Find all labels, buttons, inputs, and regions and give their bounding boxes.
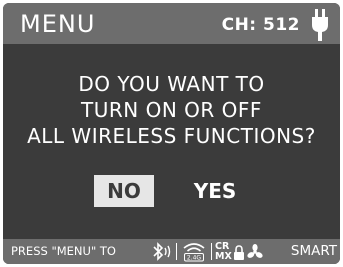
wifi-2.4g-icon: 2.4G [183, 243, 205, 262]
smart-label: SMART [290, 243, 337, 259]
plug-icon [312, 9, 328, 41]
lock-icon [234, 245, 244, 260]
status-separator [176, 243, 177, 260]
status-bar: PRESS "MENU" TO 2.4G CR MX SMART [3, 239, 340, 264]
bluetooth-icon [153, 242, 171, 261]
status-separator [211, 243, 212, 260]
yes-button[interactable]: YES [185, 175, 245, 207]
wifi-band-label: 2.4G [187, 255, 202, 262]
confirm-dialog: DO YOU WANT TO TURN ON OR OFF ALL WIRELE… [3, 71, 340, 149]
crmx-icon: CR MX [215, 242, 233, 262]
crmx-label-bottom: MX [215, 251, 232, 262]
header-bar: MENU CH: 512 [3, 3, 340, 44]
dialog-line-2: TURN ON OR OFF [81, 98, 262, 122]
device-screen: MENU CH: 512 DO YOU WANT TO TURN ON OR O… [3, 3, 340, 264]
dialog-line-1: DO YOU WANT TO [78, 72, 265, 96]
menu-hint: PRESS "MENU" TO [11, 244, 116, 258]
no-button[interactable]: NO [94, 175, 154, 207]
channel-indicator: CH: 512 [221, 15, 300, 35]
dialog-line-3: ALL WIRELESS FUNCTIONS? [27, 124, 316, 148]
fan-icon [247, 244, 263, 258]
menu-title: MENU [20, 10, 96, 38]
